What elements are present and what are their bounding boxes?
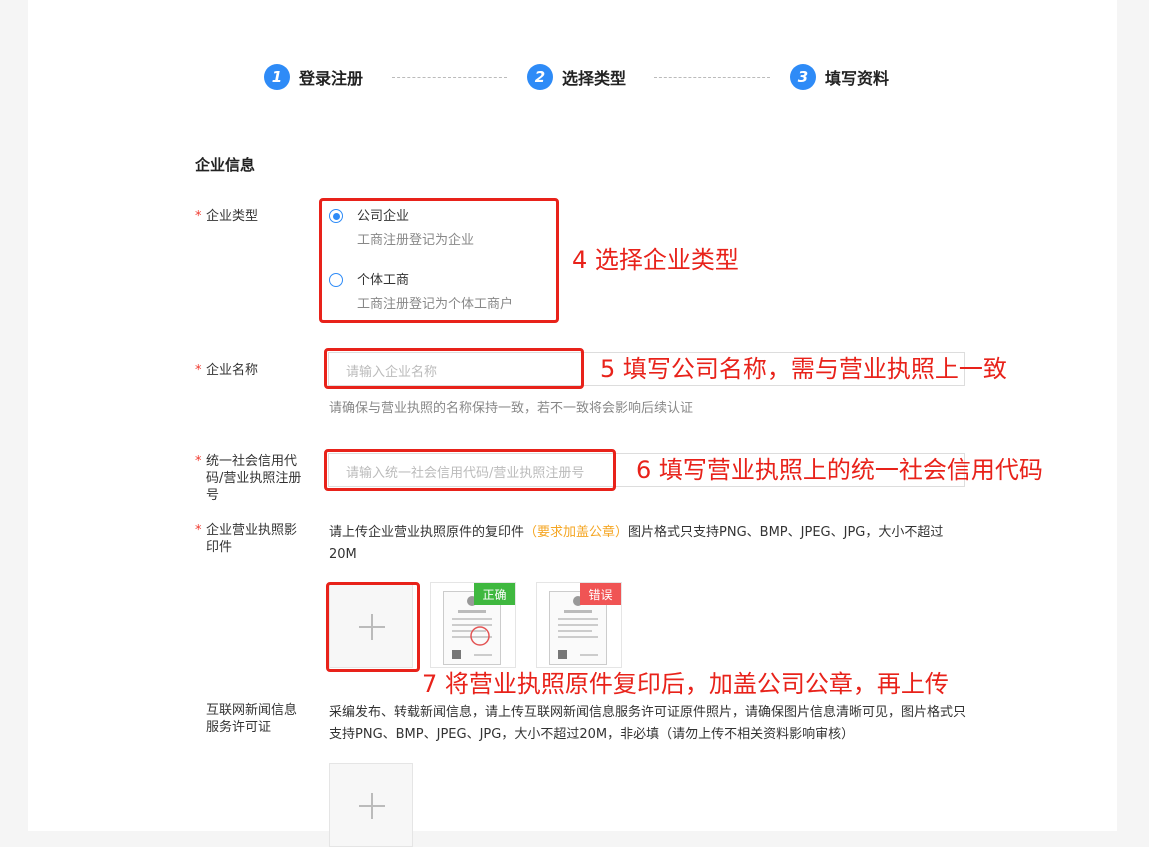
company-name-label: * 企业名称 [195,363,259,378]
step-number: 1 [264,64,290,90]
license-desc: 请上传企业营业执照原件的复印件（要求加盖公章）图片格式只支持PNG、BMP、JP… [329,525,944,562]
company-name-hint: 请确保与营业执照的名称保持一致，若不一致将会影响后续认证 [329,401,694,416]
annotation-7: 7 将营业执照原件复印后，加盖公司公章，再上传 [422,670,949,698]
annotation-box-credit-code [324,449,616,491]
step-label: 登录注册 [299,69,364,88]
step-progress: 1 登录注册 2 选择类型 3 填写资料 [28,64,1117,92]
news-permit-label: 互联网新闻信息服务许可证 [206,703,298,735]
step-2: 2 选择类型 [527,64,626,90]
credit-code-label: * 统一社会信用代码/营业执照注册号 [195,454,302,503]
step-number: 3 [790,64,816,90]
required-mark: * [195,363,202,378]
annotation-6: 6 填写营业执照上的统一社会信用代码 [636,456,1043,484]
step-divider [654,77,770,78]
wrong-badge: 错误 [580,583,621,605]
annotation-5: 5 填写公司名称，需与营业执照上一致 [600,355,1007,383]
annotation-box-company-name [324,348,584,389]
form-card: 1 登录注册 2 选择类型 3 填写资料 企业信息 * 企业类型 公司企业 工商… [28,0,1117,847]
step-divider [392,77,507,78]
license-sample-correct: 正确 [430,582,516,668]
required-mark: * [195,523,202,538]
annotation-4: 4 选择企业类型 [572,246,739,274]
step-3: 3 填写资料 [790,64,889,90]
seal-requirement: （要求加盖公章） [524,525,629,540]
company-type-label: * 企业类型 [195,209,259,224]
required-mark: * [195,454,202,469]
license-sample-wrong: 错误 [536,582,622,668]
step-label: 填写资料 [825,69,890,88]
step-label: 选择类型 [562,69,627,88]
license-label: * 企业营业执照影印件 [195,523,298,555]
section-title: 企业信息 [195,156,256,174]
correct-badge: 正确 [474,583,515,605]
news-permit-desc: 采编发布、转载新闻信息，请上传互联网新闻信息服务许可证原件照片，请确保图片信息清… [329,705,967,742]
annotation-box-company-type [319,198,559,323]
annotation-box-upload [326,582,420,672]
news-permit-upload-button[interactable] [329,763,413,847]
step-number: 2 [527,64,553,90]
required-mark: * [195,209,202,224]
step-1: 1 登录注册 [264,64,363,90]
